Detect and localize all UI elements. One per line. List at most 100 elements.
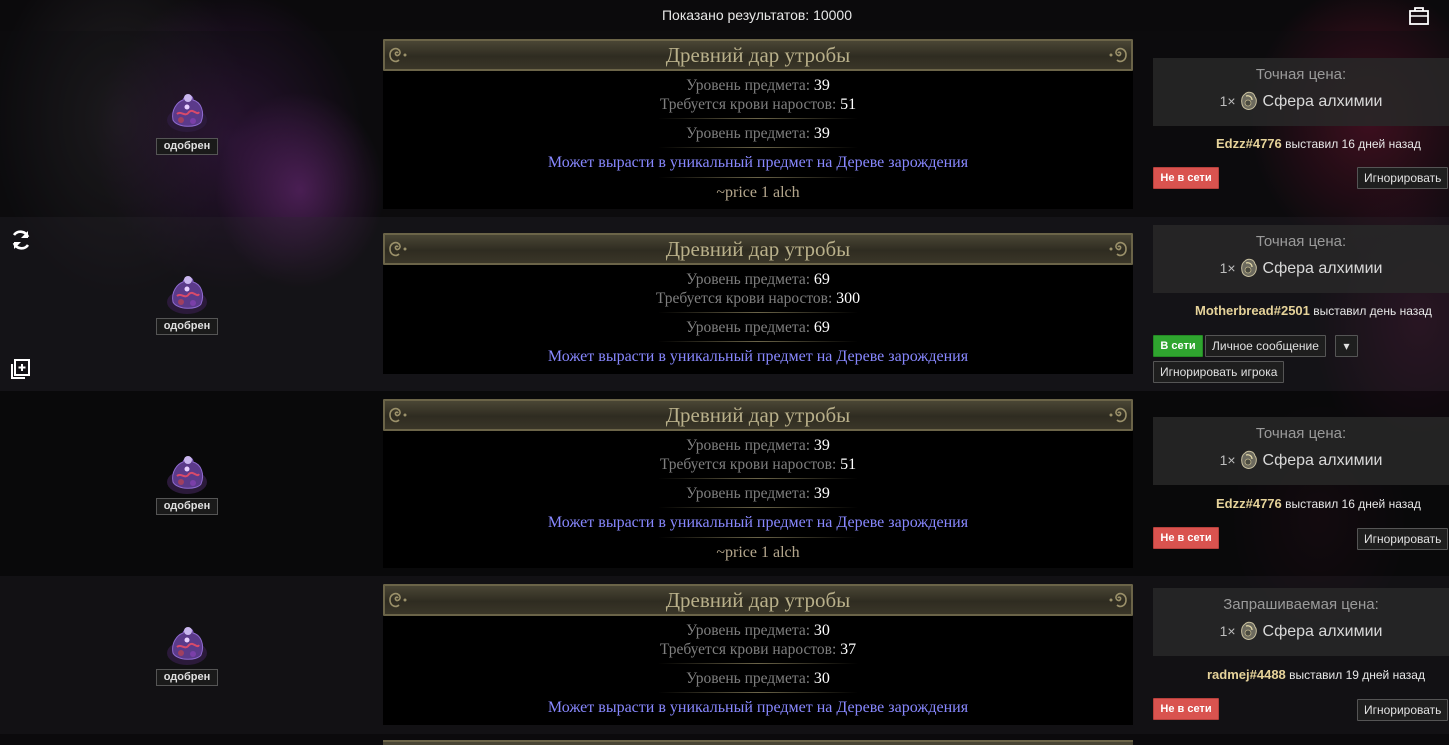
- seller-info: Edzz#4776 выставил 16 дней назад: [1216, 136, 1449, 151]
- separator: [658, 147, 858, 148]
- item-level-prop-2: Уровень предмета: 39: [686, 485, 830, 502]
- item-header: Древний дар утробы: [383, 233, 1133, 265]
- status-offline-badge: Не в сети: [1153, 527, 1219, 549]
- price-label: Точная цена:: [1255, 66, 1347, 83]
- listing-row: одобрен Древний дар утробы Уровень предм…: [0, 217, 1449, 391]
- ancient-gift-item-icon[interactable]: [163, 272, 211, 316]
- whisper-button[interactable]: Личное сообщение: [1205, 335, 1326, 357]
- item-header: Древний дар утробы: [383, 39, 1133, 71]
- listed-time: выставил 16 дней назад: [1285, 137, 1421, 151]
- item-level-prop-2: Уровень предмета: 30: [686, 670, 830, 687]
- price-box: Точная цена: 1× Сфера алхимии: [1153, 225, 1449, 293]
- ancient-gift-item-icon[interactable]: [163, 452, 211, 496]
- ornament-right-icon: [1107, 44, 1129, 66]
- ornament-left-icon: [387, 589, 409, 611]
- next-item-header: [383, 740, 1133, 745]
- listing-row: одобрен Древний дар утробы Уровень предм…: [0, 576, 1449, 734]
- item-level-prop: Уровень предмета: 30: [686, 622, 830, 639]
- account-name[interactable]: Edzz#4776: [1216, 136, 1282, 151]
- listed-time: выставил день назад: [1313, 304, 1432, 318]
- price-value: 1× Сфера алхимии: [1153, 257, 1449, 279]
- price-note: ~price 1 alch: [716, 544, 800, 561]
- listing-row: одобрен Древний дар утробы Уровень предм…: [0, 31, 1449, 217]
- price-label: Точная цена:: [1255, 233, 1347, 250]
- item-header: Древний дар утробы: [383, 584, 1133, 616]
- alchemy-orb-icon: [1238, 90, 1260, 112]
- item-level-prop: Уровень предмета: 39: [686, 77, 830, 94]
- chevron-down-icon[interactable]: ▾: [1335, 335, 1358, 357]
- separator: [658, 478, 858, 479]
- special-mod: Может вырасти в уникальный предмет на Де…: [547, 348, 969, 365]
- ornament-left-icon: [387, 238, 409, 260]
- item-card[interactable]: Древний дар утробы Уровень предмета: 39 …: [383, 399, 1133, 568]
- separator: [658, 537, 858, 538]
- account-name[interactable]: Edzz#4776: [1216, 496, 1282, 511]
- ignore-button[interactable]: Игнорировать: [1357, 699, 1449, 721]
- requirement-prop: Требуется крови наростов: 37: [659, 641, 857, 658]
- verified-badge: одобрен: [156, 138, 218, 155]
- item-title: Древний дар утробы: [665, 237, 851, 261]
- status-online-badge: В сети: [1153, 335, 1203, 357]
- alchemy-orb-icon: [1238, 449, 1260, 471]
- item-level-prop-2: Уровень предмета: 69: [686, 319, 830, 336]
- results-count-text: Показано результатов: 10000: [0, 7, 1449, 23]
- listing-row: одобрен Древний дар утробы Уровень предм…: [0, 391, 1449, 576]
- ornament-right-icon: [1107, 589, 1129, 611]
- price-box: Точная цена: 1× Сфера алхимии: [1153, 58, 1449, 126]
- ornament-left-icon: [387, 44, 409, 66]
- item-level-prop: Уровень предмета: 39: [686, 437, 830, 454]
- price-box: Запрашиваемая цена: 1× Сфера алхимии: [1153, 588, 1449, 656]
- ignore-button[interactable]: Игнорировать: [1357, 167, 1449, 189]
- seller-info: radmej#4488 выставил 19 дней назад: [1207, 667, 1449, 682]
- separator: [658, 692, 858, 693]
- ignore-player-button[interactable]: Игнорировать игрока: [1153, 361, 1285, 383]
- seller-info: Motherbread#2501 выставил день назад: [1195, 303, 1449, 318]
- requirement-prop: Требуется крови наростов: 51: [659, 96, 857, 113]
- price-label: Запрашиваемая цена:: [1223, 596, 1379, 613]
- item-title: Древний дар утробы: [665, 588, 851, 612]
- account-name[interactable]: Motherbread#2501: [1195, 303, 1310, 318]
- item-card[interactable]: Древний дар утробы Уровень предмета: 69 …: [383, 233, 1133, 374]
- requirement-prop: Требуется крови наростов: 51: [659, 456, 857, 473]
- item-header: Древний дар утробы: [383, 399, 1133, 431]
- ornament-right-icon: [1107, 404, 1129, 426]
- results-label: Показано результатов:: [661, 7, 810, 23]
- special-mod: Может вырасти в уникальный предмет на Де…: [547, 699, 969, 716]
- price-note: ~price 1 alch: [716, 184, 800, 201]
- alchemy-orb-icon: [1238, 620, 1260, 642]
- special-mod: Может вырасти в уникальный предмет на Де…: [547, 514, 969, 531]
- seller-info: Edzz#4776 выставил 16 дней назад: [1216, 496, 1449, 511]
- price-value: 1× Сфера алхимии: [1153, 620, 1449, 642]
- verified-badge: одобрен: [156, 669, 218, 686]
- alchemy-orb-icon: [1238, 257, 1260, 279]
- separator: [658, 341, 858, 342]
- results-count: 10000: [813, 7, 853, 23]
- separator: [658, 118, 858, 119]
- listed-time: выставил 19 дней назад: [1289, 668, 1425, 682]
- account-name[interactable]: radmej#4488: [1207, 667, 1286, 682]
- status-offline-badge: Не в сети: [1153, 167, 1219, 189]
- item-title: Древний дар утробы: [665, 43, 851, 67]
- ancient-gift-item-icon[interactable]: [163, 90, 211, 134]
- separator: [658, 312, 858, 313]
- item-title: Древний дар утробы: [665, 403, 851, 427]
- price-value: 1× Сфера алхимии: [1153, 449, 1449, 471]
- special-mod: Может вырасти в уникальный предмет на Де…: [547, 154, 969, 171]
- separator: [658, 177, 858, 178]
- bag-icon[interactable]: [1408, 4, 1430, 26]
- verified-badge: одобрен: [156, 318, 218, 335]
- copy-icon[interactable]: [9, 357, 33, 381]
- results-header: Показано результатов: 10000: [0, 0, 1449, 30]
- ignore-button[interactable]: Игнорировать: [1357, 528, 1449, 550]
- requirement-prop: Требуется крови наростов: 300: [655, 290, 861, 307]
- ancient-gift-item-icon[interactable]: [163, 623, 211, 667]
- item-card[interactable]: Древний дар утробы Уровень предмета: 30 …: [383, 584, 1133, 725]
- refresh-icon[interactable]: [9, 228, 33, 252]
- item-card[interactable]: Древний дар утробы Уровень предмета: 39 …: [383, 39, 1133, 209]
- verified-badge: одобрен: [156, 498, 218, 515]
- price-value: 1× Сфера алхимии: [1153, 90, 1449, 112]
- ornament-left-icon: [387, 404, 409, 426]
- status-offline-badge: Не в сети: [1153, 698, 1219, 720]
- price-label: Точная цена:: [1255, 425, 1347, 442]
- separator: [658, 663, 858, 664]
